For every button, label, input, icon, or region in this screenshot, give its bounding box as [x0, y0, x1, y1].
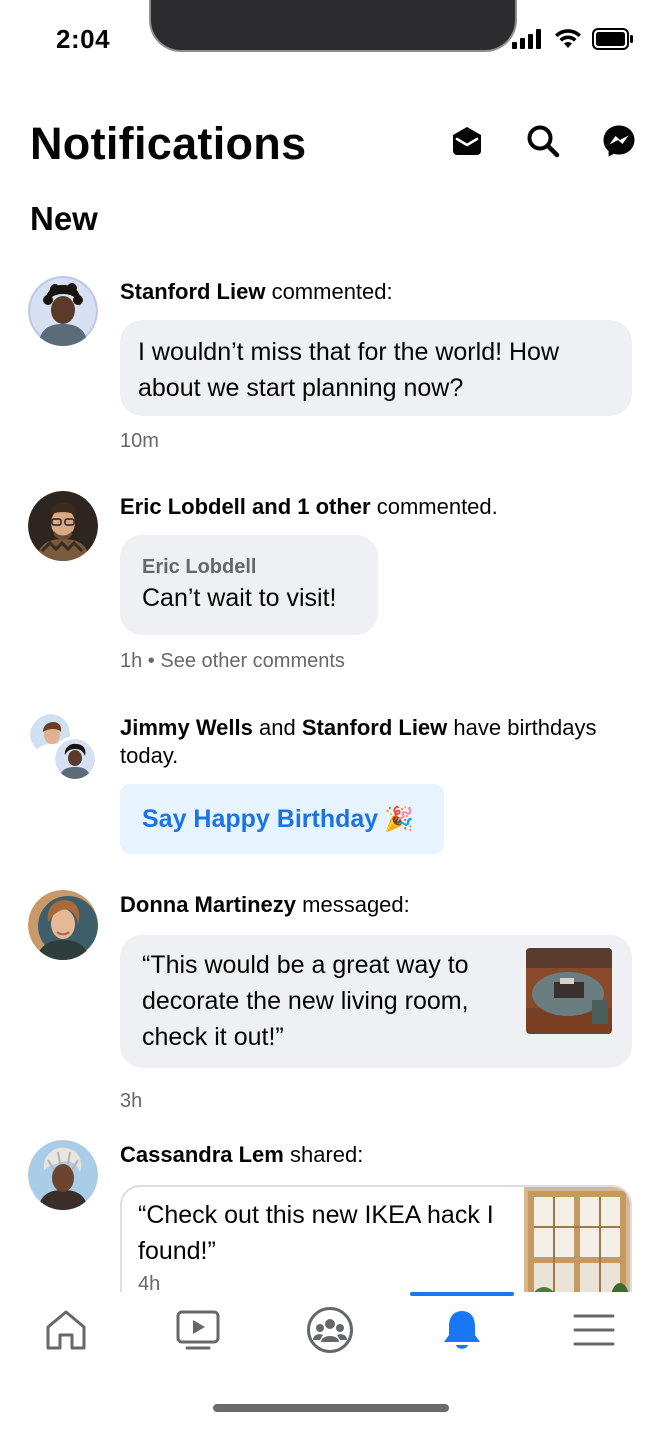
notification-connector: and — [252, 715, 302, 740]
timestamp: 10m — [120, 430, 159, 452]
status-icons — [512, 28, 634, 50]
tab-video[interactable] — [146, 1292, 250, 1368]
timestamp: 4h — [138, 1273, 161, 1292]
tab-home[interactable] — [14, 1292, 118, 1368]
notification-text: Eric Lobdell and 1 other commented. — [120, 493, 630, 521]
notification-action: messaged: — [296, 892, 410, 917]
home-indicator[interactable] — [213, 1404, 449, 1412]
comment-meta: 1h • See other comments — [120, 650, 345, 673]
message-attachment-image[interactable] — [526, 948, 612, 1034]
timestamp: 3h — [120, 1090, 143, 1112]
actor-name[interactable]: Stanford Liew — [120, 279, 265, 304]
avatar[interactable] — [28, 276, 98, 346]
shared-post-card[interactable]: “Check out this new IKEA hack I found!” … — [120, 1185, 632, 1292]
status-time: 2:04 — [56, 24, 111, 54]
tab-groups[interactable] — [278, 1292, 382, 1368]
see-other-comments-link[interactable]: See other comments — [160, 650, 345, 672]
status-bar: 2:04 — [0, 0, 660, 80]
cellular-signal-icon — [512, 29, 541, 49]
meta-separator: • — [142, 650, 161, 672]
notification-text: Donna Martinezy messaged: — [120, 891, 630, 919]
bottom-tab-bar — [0, 1292, 660, 1368]
timestamp: 1h — [120, 650, 143, 672]
page-title: Notifications — [30, 118, 307, 169]
message-text: “This would be a great way to decorate t… — [142, 951, 469, 1051]
video-icon — [176, 1310, 220, 1350]
search-icon[interactable] — [526, 124, 560, 158]
actor-name[interactable]: Eric Lobdell and 1 other — [120, 494, 371, 519]
actor-name[interactable]: Stanford Liew — [302, 715, 447, 740]
notification-action: commented. — [370, 494, 498, 519]
home-icon — [46, 1310, 86, 1350]
section-title-new: New — [30, 200, 98, 237]
notification-text: Stanford Liew commented: — [120, 278, 630, 306]
avatar[interactable] — [28, 491, 98, 561]
mark-read-icon[interactable] — [450, 124, 484, 158]
tab-menu[interactable] — [542, 1292, 646, 1368]
notification-text: Jimmy Wells and Stanford Liew have birth… — [120, 714, 630, 770]
notifications-feed[interactable]: Stanford Liew commented: I wouldn’t miss… — [0, 260, 660, 1292]
comment-bubble[interactable]: Eric Lobdell Can’t wait to visit! — [120, 535, 378, 635]
actor-name[interactable]: Cassandra Lem — [120, 1142, 284, 1167]
messenger-icon[interactable] — [602, 124, 636, 158]
notifications-icon — [444, 1311, 480, 1349]
wifi-icon — [555, 29, 581, 48]
notification-action: shared: — [283, 1142, 364, 1167]
avatar[interactable] — [28, 1140, 98, 1210]
comment-text: Can’t wait to visit! — [142, 584, 337, 612]
say-happy-birthday-button[interactable]: Say Happy Birthday 🎉 — [120, 784, 444, 854]
groups-icon — [307, 1307, 353, 1353]
avatar[interactable] — [28, 890, 98, 960]
message-bubble[interactable]: “This would be a great way to decorate t… — [120, 935, 632, 1068]
comment-author: Eric Lobdell — [142, 556, 257, 578]
comment-bubble[interactable]: I wouldn’t miss that for the world! How … — [120, 320, 632, 416]
battery-icon — [592, 28, 633, 50]
tab-notifications[interactable] — [410, 1292, 514, 1368]
shared-post-image[interactable] — [524, 1187, 630, 1292]
notification-action: commented: — [265, 279, 393, 304]
device-notch — [149, 0, 517, 52]
comment-text: I wouldn’t miss that for the world! How … — [138, 338, 559, 402]
actor-name[interactable]: Jimmy Wells — [120, 715, 253, 740]
menu-icon — [573, 1314, 615, 1346]
header-actions — [450, 124, 636, 158]
actor-name[interactable]: Donna Martinezy — [120, 892, 296, 917]
shared-quote: “Check out this new IKEA hack I found!” — [138, 1201, 494, 1265]
button-label: Say Happy Birthday — [142, 804, 379, 833]
notification-text: Cassandra Lem shared: — [120, 1141, 630, 1169]
avatar[interactable] — [52, 736, 98, 782]
party-popper-icon: 🎉 — [384, 805, 415, 833]
